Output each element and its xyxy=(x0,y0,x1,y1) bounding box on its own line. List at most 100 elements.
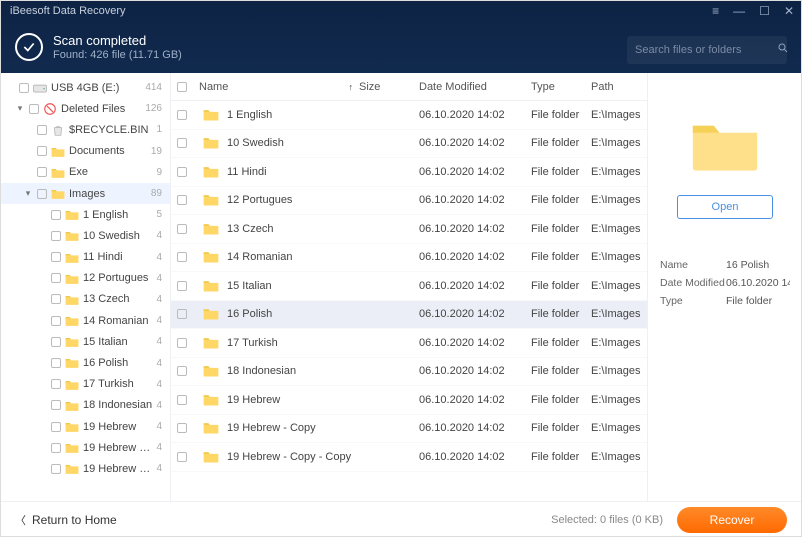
column-type[interactable]: Type xyxy=(531,81,591,93)
tree-checkbox[interactable] xyxy=(51,358,61,368)
file-row[interactable]: 1 English06.10.2020 14:02File folderE:\I… xyxy=(171,101,647,130)
file-row[interactable]: 14 Romanian06.10.2020 14:02File folderE:… xyxy=(171,244,647,273)
file-row[interactable]: 17 Turkish06.10.2020 14:02File folderE:\… xyxy=(171,329,647,358)
tree-label: 11 Hindi xyxy=(83,251,152,263)
minimize-icon[interactable]: — xyxy=(733,4,745,18)
search-input[interactable] xyxy=(635,44,777,56)
row-checkbox[interactable] xyxy=(177,452,187,462)
tree-item[interactable]: 12 Portugues4 xyxy=(1,268,170,289)
row-checkbox[interactable] xyxy=(177,423,187,433)
tree-item[interactable]: 15 Italian4 xyxy=(1,331,170,352)
row-checkbox[interactable] xyxy=(177,281,187,291)
row-checkbox[interactable] xyxy=(177,309,187,319)
preview-date-label: Date Modified xyxy=(660,277,726,289)
file-date: 06.10.2020 14:02 xyxy=(419,394,531,406)
tree-checkbox[interactable] xyxy=(51,316,61,326)
tree-item[interactable]: 18 Indonesian4 xyxy=(1,395,170,416)
tree-checkbox[interactable] xyxy=(51,422,61,432)
tree-checkbox[interactable] xyxy=(19,83,29,93)
file-name: 13 Czech xyxy=(227,223,273,235)
search-icon[interactable] xyxy=(777,41,789,59)
tree-checkbox[interactable] xyxy=(51,337,61,347)
row-checkbox[interactable] xyxy=(177,366,187,376)
file-row[interactable]: 10 Swedish06.10.2020 14:02File folderE:\… xyxy=(171,130,647,159)
tree-item[interactable]: 13 Czech4 xyxy=(1,289,170,310)
tree-item[interactable]: 1 English5 xyxy=(1,204,170,225)
tree-checkbox[interactable] xyxy=(51,400,61,410)
row-checkbox[interactable] xyxy=(177,195,187,205)
row-checkbox[interactable] xyxy=(177,110,187,120)
file-date: 06.10.2020 14:02 xyxy=(419,422,531,434)
file-date: 06.10.2020 14:02 xyxy=(419,223,531,235)
tree-item[interactable]: ▾Images89 xyxy=(1,183,170,204)
folder-icon xyxy=(203,193,219,207)
folder-icon xyxy=(65,314,79,328)
expand-icon[interactable]: ▾ xyxy=(23,188,33,199)
maximize-icon[interactable]: ☐ xyxy=(759,4,770,18)
column-name[interactable]: Name↑ xyxy=(199,81,359,93)
tree-count: 4 xyxy=(156,336,162,347)
column-path[interactable]: Path xyxy=(591,81,647,93)
file-row[interactable]: 16 Polish06.10.2020 14:02File folderE:\I… xyxy=(171,301,647,330)
open-button[interactable]: Open xyxy=(677,195,773,219)
tree-checkbox[interactable] xyxy=(37,189,47,199)
row-checkbox[interactable] xyxy=(177,138,187,148)
column-size[interactable]: Size xyxy=(359,81,419,93)
expand-icon[interactable]: ▾ xyxy=(15,103,25,114)
tree-item[interactable]: $RECYCLE.BIN1 xyxy=(1,119,170,140)
tree-checkbox[interactable] xyxy=(51,231,61,241)
preview-folder-icon xyxy=(690,115,760,173)
tree-item[interactable]: 19 Hebrew - Copy - ...4 xyxy=(1,458,170,479)
tree-checkbox[interactable] xyxy=(29,104,39,114)
row-checkbox[interactable] xyxy=(177,252,187,262)
tree-checkbox[interactable] xyxy=(37,146,47,156)
folder-icon xyxy=(203,450,219,464)
tree-item[interactable]: Documents19 xyxy=(1,141,170,162)
file-row[interactable]: 19 Hebrew - Copy - Copy06.10.2020 14:02F… xyxy=(171,443,647,472)
tree-item[interactable]: 16 Polish4 xyxy=(1,352,170,373)
row-checkbox[interactable] xyxy=(177,167,187,177)
tree-item[interactable]: 19 Hebrew4 xyxy=(1,416,170,437)
folder-icon xyxy=(203,421,219,435)
search-box[interactable] xyxy=(627,36,787,64)
file-row[interactable]: 18 Indonesian06.10.2020 14:02File folder… xyxy=(171,358,647,387)
tree-checkbox[interactable] xyxy=(51,252,61,262)
tree-item[interactable]: 11 Hindi4 xyxy=(1,247,170,268)
folder-icon xyxy=(65,356,79,370)
tree-item[interactable]: 14 Romanian4 xyxy=(1,310,170,331)
menu-icon[interactable]: ≡ xyxy=(712,4,719,18)
file-path: E:\Images xyxy=(591,280,647,292)
return-home-link[interactable]: 〈 Return to Home xyxy=(15,512,117,528)
tree-item[interactable]: 17 Turkish4 xyxy=(1,374,170,395)
column-date[interactable]: Date Modified xyxy=(419,81,531,93)
file-row[interactable]: 19 Hebrew - Copy06.10.2020 14:02File fol… xyxy=(171,415,647,444)
close-icon[interactable]: ✕ xyxy=(784,4,794,18)
file-row[interactable]: 12 Portugues06.10.2020 14:02File folderE… xyxy=(171,187,647,216)
recover-button[interactable]: Recover xyxy=(677,507,787,533)
select-all-checkbox[interactable] xyxy=(177,82,187,92)
file-row[interactable]: 13 Czech06.10.2020 14:02File folderE:\Im… xyxy=(171,215,647,244)
tree-checkbox[interactable] xyxy=(37,125,47,135)
file-type: File folder xyxy=(531,223,591,235)
row-checkbox[interactable] xyxy=(177,395,187,405)
file-row[interactable]: 15 Italian06.10.2020 14:02File folderE:\… xyxy=(171,272,647,301)
tree-item[interactable]: 19 Hebrew - Copy4 xyxy=(1,437,170,458)
file-row[interactable]: 19 Hebrew06.10.2020 14:02File folderE:\I… xyxy=(171,386,647,415)
tree-checkbox[interactable] xyxy=(51,464,61,474)
tree-checkbox[interactable] xyxy=(37,167,47,177)
row-checkbox[interactable] xyxy=(177,224,187,234)
tree-checkbox[interactable] xyxy=(51,210,61,220)
tree-count: 4 xyxy=(156,315,162,326)
tree-item[interactable]: 10 Swedish4 xyxy=(1,225,170,246)
tree-checkbox[interactable] xyxy=(51,273,61,283)
tree-checkbox[interactable] xyxy=(51,379,61,389)
tree-item[interactable]: Exe9 xyxy=(1,162,170,183)
tree-count: 4 xyxy=(156,358,162,369)
tree-item[interactable]: USB 4GB (E:)414 xyxy=(1,77,170,98)
file-row[interactable]: 11 Hindi06.10.2020 14:02File folderE:\Im… xyxy=(171,158,647,187)
tree-checkbox[interactable] xyxy=(51,443,61,453)
folder-icon xyxy=(65,250,79,264)
tree-item[interactable]: ▾Deleted Files126 xyxy=(1,98,170,119)
row-checkbox[interactable] xyxy=(177,338,187,348)
tree-checkbox[interactable] xyxy=(51,294,61,304)
